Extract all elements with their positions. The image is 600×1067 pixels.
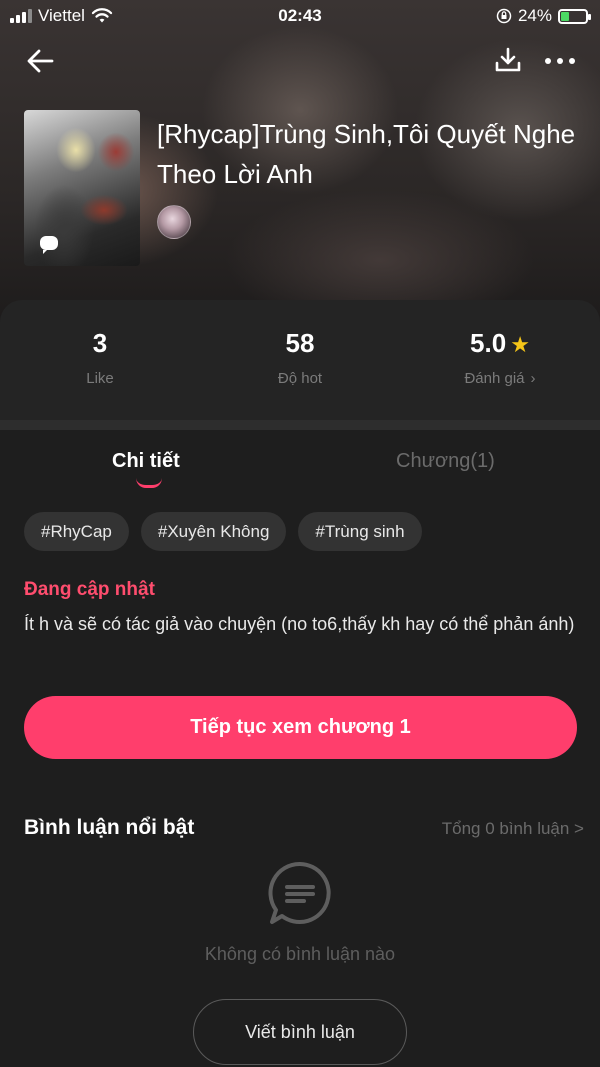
back-arrow-icon bbox=[27, 49, 54, 73]
more-button[interactable] bbox=[540, 46, 580, 76]
orientation-lock-icon bbox=[496, 8, 512, 24]
star-icon: ★ bbox=[510, 332, 530, 357]
hot-label: Độ hot bbox=[277, 370, 323, 387]
tag-list: #RhyCap #Xuyên Không #Trùng sinh bbox=[24, 512, 422, 551]
author-avatar[interactable] bbox=[157, 205, 191, 239]
chevron-right-icon: › bbox=[530, 370, 536, 387]
write-comment-button[interactable]: Viết bình luận bbox=[193, 999, 407, 1065]
battery-icon bbox=[558, 8, 591, 24]
tag-chip[interactable]: #RhyCap bbox=[24, 512, 129, 551]
main-content: Chi tiết Chương(1) #RhyCap #Xuyên Không … bbox=[0, 430, 600, 1067]
book-description: Ít h và sẽ có tác giả vào chuyện (no to6… bbox=[24, 614, 575, 634]
hot-count: 58 bbox=[285, 328, 315, 358]
chat-badge-icon bbox=[40, 236, 58, 254]
book-cover bbox=[24, 110, 140, 266]
no-comments-text: Không có bình luận nào bbox=[204, 944, 396, 964]
like-label: Like bbox=[86, 370, 114, 387]
stat-rating[interactable]: 5.0 ★ Đánh giá › bbox=[400, 326, 600, 387]
status-right: 24% bbox=[496, 6, 591, 26]
like-count: 3 bbox=[92, 328, 108, 358]
header-background: Viettel 02:43 24% [Rhycap]Trùng Sinh,Tôi… bbox=[0, 0, 600, 330]
status-bar: Viettel 02:43 24% bbox=[0, 0, 600, 32]
more-icon bbox=[545, 58, 551, 64]
update-status: Đang cập nhật bbox=[24, 579, 155, 600]
battery-percent: 24% bbox=[517, 6, 552, 25]
download-button[interactable] bbox=[492, 44, 524, 76]
book-title: [Rhycap]Trùng Sinh,Tôi Quyết Nghe Theo L… bbox=[157, 119, 576, 189]
tag-chip[interactable]: #Trùng sinh bbox=[298, 512, 422, 551]
stat-hot: 58 Độ hot bbox=[200, 326, 400, 387]
stats-card: 3 Like 58 Độ hot 5.0 ★ Đánh giá › bbox=[0, 300, 600, 420]
comment-bubble-icon bbox=[268, 861, 331, 924]
continue-reading-button[interactable]: Tiếp tục xem chương 1 bbox=[24, 696, 577, 759]
rating-label: Đánh giá bbox=[464, 370, 525, 387]
back-button[interactable] bbox=[24, 44, 58, 78]
active-tab-indicator bbox=[136, 478, 162, 488]
tab-detail[interactable]: Chi tiết bbox=[112, 450, 180, 473]
download-icon bbox=[495, 47, 521, 72]
comments-heading: Bình luận nổi bật bbox=[24, 816, 195, 839]
stat-like: 3 Like bbox=[0, 326, 200, 387]
comments-total-link[interactable]: Tổng 0 bình luận > bbox=[442, 819, 584, 839]
tag-chip[interactable]: #Xuyên Không bbox=[140, 512, 287, 551]
tab-chapters[interactable]: Chương(1) bbox=[396, 450, 495, 473]
section-divider bbox=[0, 420, 600, 430]
rating-value: 5.0 bbox=[470, 328, 507, 358]
